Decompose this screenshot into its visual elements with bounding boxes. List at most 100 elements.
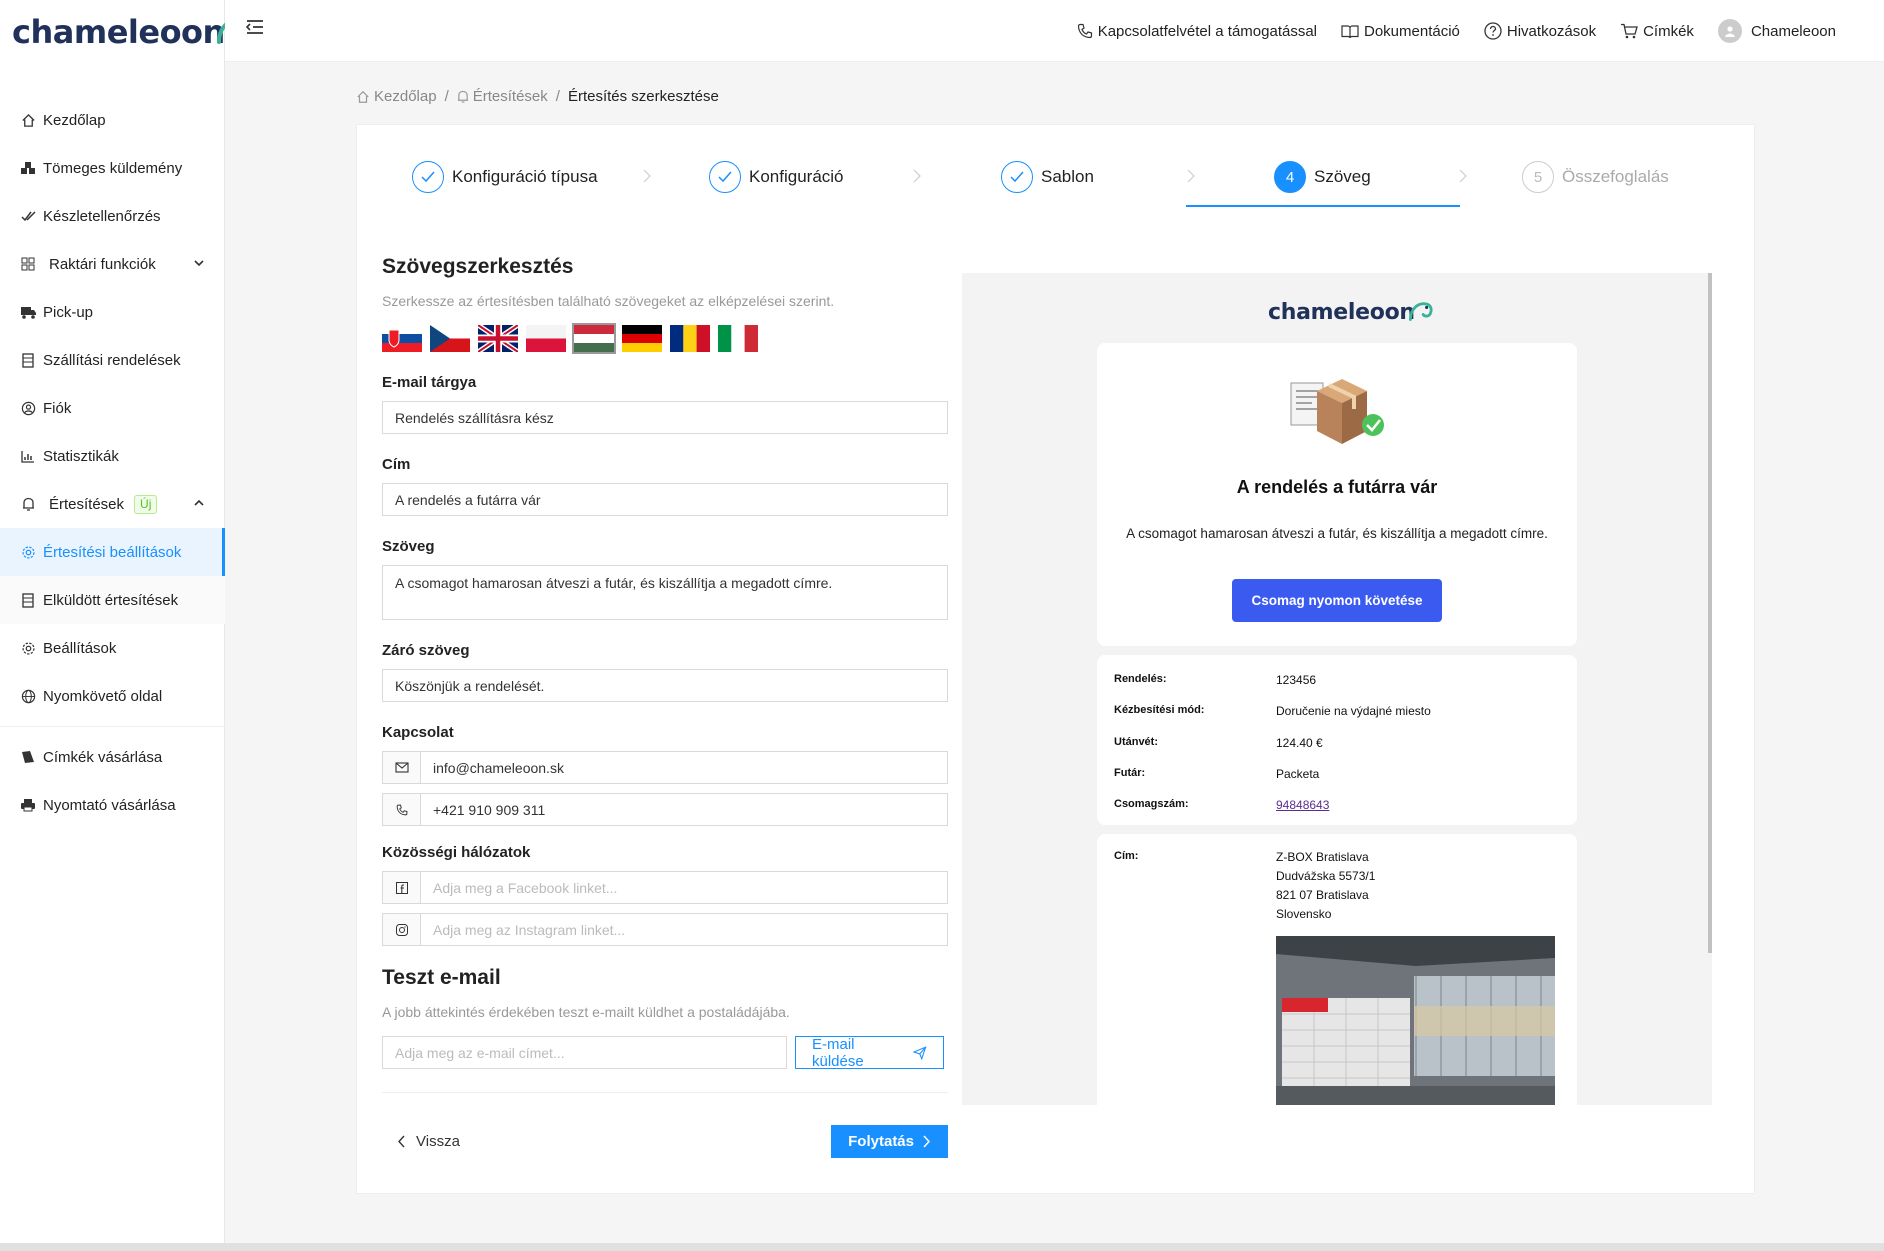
chevron-right-icon bbox=[643, 169, 651, 183]
closing-value: Köszönjük a rendelését. bbox=[395, 677, 545, 694]
references-link[interactable]: Hivatkozások bbox=[1484, 22, 1596, 40]
sidebar-item-sent-notifications[interactable]: Elküldött értesítések bbox=[0, 576, 225, 624]
breadcrumb-current: Értesítés szerkesztése bbox=[567, 88, 719, 105]
subject-input[interactable]: Rendelés szállításra kész bbox=[382, 401, 948, 434]
chevron-down-icon bbox=[194, 260, 204, 267]
step-config[interactable]: Konfiguráció bbox=[709, 161, 844, 193]
preview-text: A csomagot hamarosan átveszi a futár, és… bbox=[1126, 526, 1548, 541]
flag-ro-icon[interactable] bbox=[670, 325, 710, 352]
sidebar-item-label: Címkék vásárlása bbox=[43, 748, 163, 766]
preview-logo: chameleoon bbox=[1268, 299, 1433, 325]
sidebar-item-home[interactable]: Kezdőlap bbox=[0, 96, 225, 144]
docs-link[interactable]: Dokumentáció bbox=[1341, 23, 1460, 40]
sidebar-item-label: Tömeges küldemény bbox=[43, 159, 183, 177]
cod-key: Utánvét: bbox=[1114, 736, 1159, 748]
sidebar-item-buy-printer[interactable]: Nyomtató vásárlása bbox=[0, 781, 225, 829]
contact-email-input[interactable]: info@chameleoon.sk bbox=[420, 751, 948, 784]
send-email-button[interactable]: E-mail küldése bbox=[795, 1036, 944, 1070]
top-links: Kapcsolatfelvétel a támogatással Dokumen… bbox=[1077, 0, 1836, 62]
nav-divider bbox=[0, 726, 225, 727]
avatar bbox=[1717, 19, 1742, 43]
contact-phone-input[interactable]: +421 910 909 311 bbox=[420, 793, 948, 826]
breadcrumb-label: Értesítések bbox=[472, 88, 548, 105]
pickup-point-photo bbox=[1276, 936, 1555, 1105]
book-icon bbox=[1341, 24, 1359, 38]
check-icon bbox=[412, 161, 444, 193]
flag-it-icon[interactable] bbox=[718, 325, 758, 352]
breadcrumb-notifications[interactable]: Értesítések bbox=[457, 88, 548, 105]
delivery-value: Doručenie na výdajné miesto bbox=[1276, 704, 1431, 718]
flag-pl-icon[interactable] bbox=[526, 325, 566, 352]
order-value: 123456 bbox=[1276, 673, 1317, 687]
sidebar-item-buy-labels[interactable]: Címkék vásárlása bbox=[0, 733, 225, 781]
flag-hu-icon[interactable] bbox=[572, 323, 616, 354]
section-title: Szövegszerkesztés bbox=[382, 255, 574, 278]
list-icon bbox=[19, 351, 37, 369]
flag-cz-icon[interactable] bbox=[430, 325, 470, 352]
sidebar-item-account[interactable]: Fiók bbox=[0, 384, 225, 432]
sidebar-item-bulk[interactable]: Tömeges küldemény bbox=[0, 144, 225, 192]
back-label: Vissza bbox=[416, 1133, 460, 1150]
page-horizontal-scrollbar[interactable] bbox=[0, 1243, 1884, 1251]
test-email-input[interactable]: Adja meg az e-mail címet... bbox=[382, 1036, 787, 1069]
address-line: 821 07 Bratislava bbox=[1276, 888, 1369, 902]
chart-icon bbox=[19, 447, 37, 465]
logo[interactable]: chameleoon bbox=[12, 14, 251, 48]
preview-heading: A rendelés a futárra vár bbox=[1236, 477, 1438, 497]
user-name: Chameleoon bbox=[1750, 22, 1836, 40]
sidebar-item-warehouse[interactable]: Raktári funkciók bbox=[0, 240, 225, 288]
step-config-type[interactable]: Konfiguráció típusa bbox=[412, 161, 598, 193]
sidebar-item-orders[interactable]: Szállítási rendelések bbox=[0, 336, 225, 384]
step-number: 5 bbox=[1522, 161, 1554, 193]
flag-sk-icon[interactable] bbox=[382, 325, 422, 352]
breadcrumb-home[interactable]: Kezdőlap bbox=[356, 88, 437, 105]
bell-icon bbox=[457, 90, 468, 103]
step-summary[interactable]: 5 Összefoglalás bbox=[1522, 161, 1669, 193]
test-email-description: A jobb áttekintés érdekében teszt e-mail… bbox=[382, 1004, 790, 1020]
text-textarea[interactable]: A csomagot hamarosan átveszi a futár, és… bbox=[382, 565, 948, 620]
labels-link[interactable]: Címkék bbox=[1620, 23, 1694, 40]
user-circle-icon bbox=[19, 399, 37, 417]
sidebar-item-notification-settings[interactable]: Értesítési beállítások bbox=[0, 528, 225, 576]
chevron-right-icon bbox=[1459, 169, 1467, 183]
sidebar-item-label: Statisztikák bbox=[43, 447, 119, 465]
parcel-key: Csomagszám: bbox=[1114, 798, 1189, 810]
flag-gb-icon[interactable] bbox=[478, 325, 518, 352]
preview-scrollbar[interactable] bbox=[1708, 273, 1712, 953]
phone-icon bbox=[382, 793, 420, 826]
instagram-input[interactable]: Adja meg az Instagram linket... bbox=[420, 913, 948, 946]
back-button[interactable]: Vissza bbox=[382, 1133, 460, 1150]
user-menu[interactable]: Chameleoon bbox=[1717, 19, 1836, 43]
main-card: Konfiguráció típusa Konfiguráció Sablon … bbox=[356, 124, 1755, 1194]
email-preview[interactable]: chameleoon A rendelés a futárra vár A cs… bbox=[962, 273, 1712, 1105]
contact-label: Kapcsolat bbox=[382, 724, 454, 741]
preview-track-button[interactable]: Csomag nyomon követése bbox=[1232, 579, 1442, 622]
step-text[interactable]: 4 Szöveg bbox=[1274, 161, 1371, 193]
contact-email-group: info@chameleoon.sk bbox=[382, 751, 948, 784]
flag-de-icon[interactable] bbox=[622, 325, 662, 352]
phone-icon bbox=[1077, 23, 1092, 39]
text-label: Szöveg bbox=[382, 538, 435, 555]
sidebar-item-pickup[interactable]: Pick-up bbox=[0, 288, 225, 336]
sidebar-item-notifications[interactable]: Értesítések Új bbox=[0, 480, 225, 528]
title-input[interactable]: A rendelés a futárra vár bbox=[382, 483, 948, 516]
sidebar-item-tracking-page[interactable]: Nyomkövető oldal bbox=[0, 672, 225, 720]
closing-input[interactable]: Köszönjük a rendelését. bbox=[382, 669, 948, 702]
send-icon bbox=[913, 1045, 927, 1060]
sidebar-item-settings[interactable]: Beállítások bbox=[0, 624, 225, 672]
step-template[interactable]: Sablon bbox=[1001, 161, 1094, 193]
sidebar-item-stats[interactable]: Statisztikák bbox=[0, 432, 225, 480]
text-editor-form: Szövegszerkesztés Szerkessze az értesíté… bbox=[382, 255, 948, 1158]
support-link[interactable]: Kapcsolatfelvétel a támogatással bbox=[1077, 23, 1317, 40]
logo-text: chameleoon bbox=[12, 13, 225, 51]
sidebar-item-stock[interactable]: Készletellenőrzés bbox=[0, 192, 225, 240]
facebook-input[interactable]: Adja meg a Facebook linket... bbox=[420, 871, 948, 904]
gear-icon bbox=[19, 543, 37, 561]
preview-order-details: Rendelés: 123456 Kézbesítési mód: Doruče… bbox=[1097, 655, 1577, 825]
continue-label: Folytatás bbox=[848, 1133, 914, 1150]
continue-button[interactable]: Folytatás bbox=[831, 1125, 948, 1158]
parcel-number-link[interactable]: 94848643 bbox=[1276, 798, 1329, 812]
breadcrumb-separator: / bbox=[444, 88, 449, 105]
menu-fold-icon[interactable] bbox=[245, 18, 265, 36]
delivery-key: Kézbesítési mód: bbox=[1114, 704, 1205, 716]
